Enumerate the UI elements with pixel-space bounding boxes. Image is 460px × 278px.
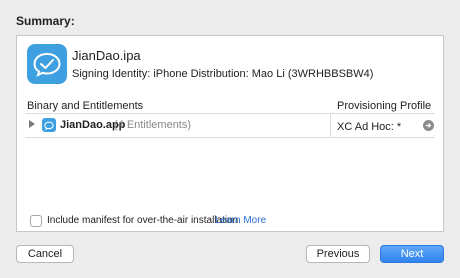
column-header-profile: Provisioning Profile — [337, 100, 432, 112]
row-divider-bottom — [25, 137, 435, 138]
summary-panel: JianDao.ipa Signing Identity: iPhone Dis… — [16, 35, 444, 232]
column-header-binary: Binary and Entitlements — [27, 100, 144, 112]
signing-identity: Signing Identity: iPhone Distribution: M… — [72, 68, 374, 80]
learn-more-link[interactable]: Learn More — [215, 215, 266, 226]
go-arrow-icon[interactable] — [423, 120, 434, 131]
manifest-checkbox[interactable] — [30, 215, 42, 227]
ipa-name: JianDao.ipa — [72, 48, 141, 63]
cancel-button[interactable]: Cancel — [16, 245, 74, 263]
entitlements-count: (4 Entitlements) — [114, 119, 192, 131]
disclosure-triangle-icon[interactable] — [29, 120, 35, 128]
previous-button[interactable]: Previous — [306, 245, 370, 263]
provisioning-profile-value: XC Ad Hoc: * — [337, 121, 402, 133]
next-button[interactable]: Next — [380, 245, 444, 263]
column-divider — [330, 113, 331, 137]
manifest-label: Include manifest for over-the-air instal… — [47, 215, 241, 226]
summary-heading: Summary: — [16, 14, 75, 28]
app-chat-icon — [27, 44, 67, 84]
app-mini-icon — [42, 118, 56, 132]
